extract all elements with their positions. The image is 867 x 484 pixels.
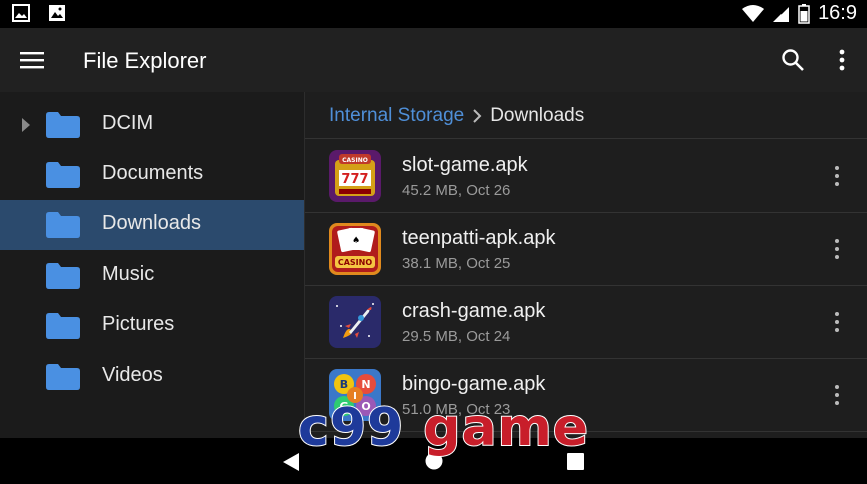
more-vert-icon[interactable] [832,48,852,72]
more-vert-icon[interactable] [833,164,841,188]
sidebar-item-label: Downloads [102,212,201,234]
file-name: bingo-game.apk [402,373,546,395]
file-row[interactable]: ♠ CASINO teenpatti-apk.apk 38.1 MB, Oct … [305,213,867,286]
svg-text:♠: ♠ [352,236,360,246]
rocket-icon [329,296,381,348]
more-vert-icon[interactable] [833,310,841,334]
file-row[interactable]: CASINO 777 slot-game.apk 45.2 MB, Oct 26 [305,140,867,213]
folder-icon [46,263,80,289]
sidebar-item-pictures[interactable]: Pictures [0,301,304,351]
folder-icon [46,212,80,238]
svg-text:777: 777 [341,172,368,187]
watermark-logo: c99 game [297,397,590,459]
folder-icon [46,364,80,390]
svg-text:CASINO: CASINO [342,157,368,164]
file-meta: 45.2 MB, Oct 26 [402,182,511,199]
sidebar-item-label: Music [102,263,155,285]
breadcrumb-root[interactable]: Internal Storage [329,105,464,127]
more-vert-icon[interactable] [833,383,841,407]
file-row[interactable]: crash-game.apk 29.5 MB, Oct 24 [305,286,867,359]
chevron-right-icon [473,109,482,123]
svg-text:N: N [361,378,370,391]
file-name: crash-game.apk [402,300,546,322]
sidebar-item-label: Videos [102,364,163,386]
sidebar-item-label: Pictures [102,313,175,335]
sidebar: DCIM Documents Downloads Music Pictures … [0,92,305,438]
breadcrumb-current: Downloads [490,105,585,126]
file-name: slot-game.apk [402,154,528,176]
file-meta: 29.5 MB, Oct 24 [402,328,511,345]
gallery-icon [49,5,65,21]
breadcrumb: Internal Storage Downloads [329,105,584,127]
image-icon [12,4,30,22]
slot-machine-icon: CASINO 777 [329,150,381,202]
sidebar-item-music[interactable]: Music [0,251,304,301]
app-title: File Explorer [83,48,207,73]
battery-icon [798,3,810,24]
file-meta: 38.1 MB, Oct 25 [402,255,511,272]
sidebar-item-documents[interactable]: Documents [0,150,304,200]
more-vert-icon[interactable] [833,237,841,261]
expand-arrow-icon[interactable] [21,118,31,132]
divider [305,138,867,139]
sidebar-item-label: Documents [102,162,204,184]
casino-cards-icon: ♠ CASINO [329,223,381,275]
svg-text:CASINO: CASINO [338,258,372,267]
sidebar-item-videos[interactable]: Videos [0,352,304,402]
search-icon[interactable] [781,48,805,72]
status-bar: 16:9 [0,0,867,28]
file-name: teenpatti-apk.apk [402,227,556,249]
wifi-icon [742,4,765,22]
sidebar-item-downloads[interactable]: Downloads [0,200,304,250]
status-time: 16:9 [818,2,857,24]
watermark-part1: c99 [297,397,405,459]
folder-icon [46,313,80,339]
signal-icon [773,4,790,22]
folder-icon [46,112,80,138]
watermark-part2: game [422,397,590,459]
app-bar: File Explorer [0,28,867,92]
folder-icon [46,162,80,188]
file-list-pane: Internal Storage Downloads CASINO 777 sl… [305,92,867,438]
svg-text:B: B [340,378,348,391]
sidebar-item-dcim[interactable]: DCIM [0,100,304,150]
sidebar-item-label: DCIM [102,112,154,134]
menu-icon[interactable] [20,50,44,70]
